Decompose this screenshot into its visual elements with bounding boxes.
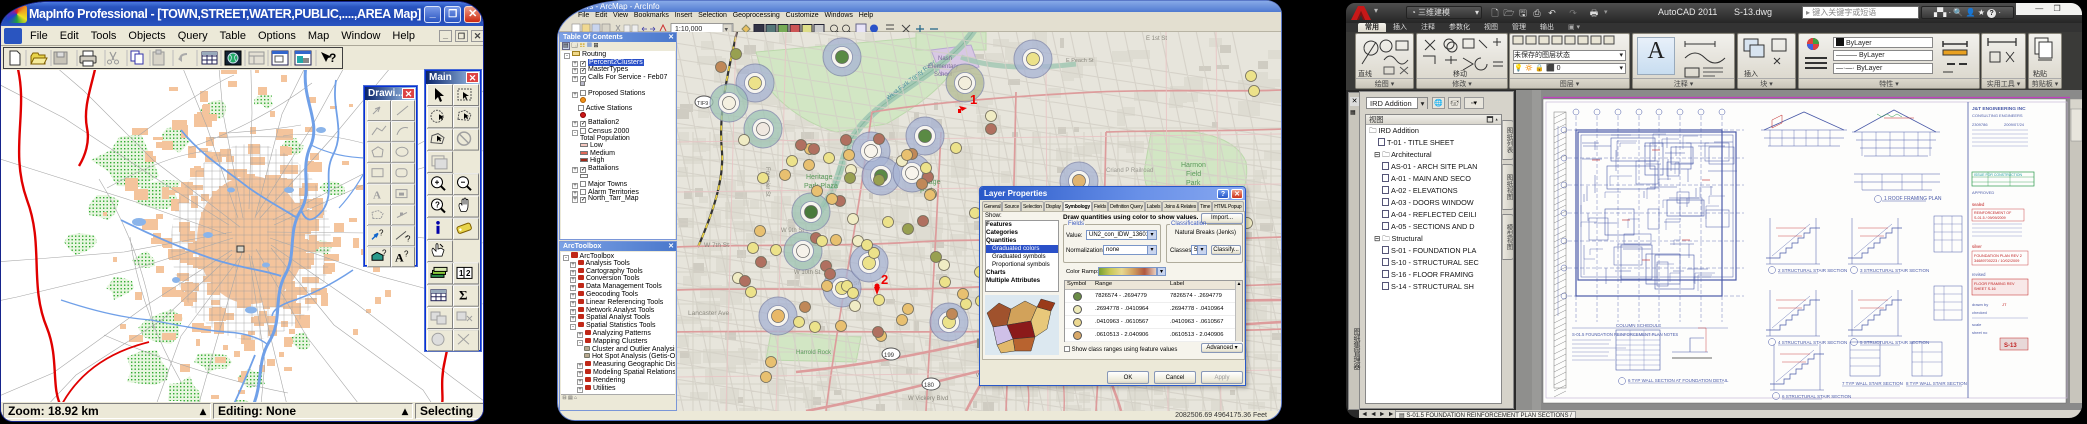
svg-text:Heritage: Heritage	[806, 174, 833, 181]
svg-text:sheet no: sheet no	[1972, 330, 1988, 335]
svg-text:?: ?	[329, 51, 336, 65]
svg-text:?: ?	[435, 201, 440, 210]
svg-text:E 1st St: E 1st St	[1146, 36, 1167, 42]
svg-text:Criand P Railroad: Criand P Railroad	[1106, 168, 1153, 174]
svg-text:Harmon: Harmon	[1181, 162, 1206, 169]
svg-text:34689700223 / 10/02/2009: 34689700223 / 10/02/2009	[1974, 259, 2019, 263]
svg-text:直线: 直线	[1358, 69, 1372, 78]
svg-text:W 10th St: W 10th St	[794, 270, 821, 276]
svg-text:W Vickery Blvd: W Vickery Blvd	[908, 396, 948, 402]
svg-text:2 STRUCTURAL STAIR SECTION: 2 STRUCTURAL STAIR SECTION	[1778, 268, 1847, 273]
svg-text:Harrold Rock: Harrold Rock	[796, 350, 832, 356]
svg-text:1: 1	[970, 92, 977, 107]
svg-text:TIF9: TIF9	[697, 101, 708, 107]
svg-text:silver: silver	[1972, 244, 1982, 249]
svg-text:Σ: Σ	[459, 288, 468, 303]
svg-text:移动: 移动	[1453, 69, 1467, 78]
svg-text:A: A	[373, 190, 381, 202]
svg-text:checked: checked	[1972, 310, 1987, 315]
svg-text:?: ?	[382, 248, 387, 257]
svg-text:W 7th St: W 7th St	[704, 242, 729, 249]
svg-text:8 TYP WALL STAIR SECTION: 8 TYP WALL STAIR SECTION	[1906, 381, 1967, 386]
svg-text:drawn by: drawn by	[1972, 302, 1988, 307]
svg-text:6 TYP WALL SECTION AT FOUNDATI: 6 TYP WALL SECTION AT FOUNDATION DETAIL	[1628, 378, 1729, 383]
svg-text:APPROVED: APPROVED	[1972, 190, 1994, 195]
svg-text:FLOOR FRAMING REV: FLOOR FRAMING REV	[1974, 282, 2015, 286]
svg-text:REINFORCEMENT OF: REINFORCEMENT OF	[1974, 211, 2012, 215]
svg-text:SHEET S-16: SHEET S-16	[1974, 287, 1996, 291]
svg-text:JT: JT	[2002, 302, 2007, 307]
svg-text:FOUNDATION PLAN REV 2: FOUNDATION PLAN REV 2	[1974, 254, 2022, 258]
svg-text:6 STRUCTURAL STAIR SECTION: 6 STRUCTURAL STAIR SECTION	[1782, 394, 1851, 399]
svg-text:180: 180	[924, 383, 935, 389]
svg-text:scale: scale	[1972, 322, 1982, 327]
svg-text:3 STRUCTURAL STAIR SECTION: 3 STRUCTURAL STAIR SECTION	[1860, 268, 1929, 273]
svg-text:?: ?	[406, 234, 411, 243]
svg-text:2009/07/24: 2009/07/24	[2004, 122, 2025, 127]
svg-text:A: A	[395, 250, 404, 264]
svg-text:199: 199	[884, 353, 895, 359]
svg-text:ISSUE FOR CONSTRUCTION: ISSUE FOR CONSTRUCTION	[1974, 173, 2023, 177]
svg-text:sealed: sealed	[1972, 202, 1985, 207]
svg-text:revised: revised	[1972, 272, 1986, 277]
svg-text:?: ?	[379, 228, 384, 237]
svg-text:Nash: Nash	[938, 56, 952, 62]
svg-text:2: 2	[881, 272, 888, 287]
svg-text:CONSULTING ENGINEERS: CONSULTING ENGINEERS	[1972, 113, 2023, 118]
svg-text:7 TYP WALL STAIR SECTION: 7 TYP WALL STAIR SECTION	[1842, 381, 1903, 386]
svg-text:S-01.5 FOUNDATION REINFORCEMEN: S-01.5 FOUNDATION REINFORCEMENT PLAN NOT…	[1572, 332, 1678, 337]
svg-text:S-01.5 / 09/09/2009: S-01.5 / 09/09/2009	[1974, 216, 2006, 220]
svg-text:2309786: 2309786	[1972, 122, 1988, 127]
svg-text:Field: Field	[1186, 171, 1201, 178]
svg-text:5 STRUCTURAL STAIR SECTION: 5 STRUCTURAL STAIR SECTION	[1860, 340, 1929, 345]
svg-text:1: 1	[459, 269, 464, 278]
svg-text:4 STRUCTURAL STAIR SECTION: 4 STRUCTURAL STAIR SECTION	[1778, 340, 1847, 345]
svg-text:2: 2	[466, 269, 471, 278]
svg-text:S-13: S-13	[2004, 343, 2017, 349]
svg-text:COLUMN SCHEDULE: COLUMN SCHEDULE	[1616, 323, 1661, 328]
svg-text:Lancaster Ave: Lancaster Ave	[688, 310, 729, 317]
svg-text:粘贴: 粘贴	[2033, 69, 2047, 78]
svg-text:插入: 插入	[1744, 69, 1758, 78]
svg-text:J&T ENGINEERING INC: J&T ENGINEERING INC	[1972, 106, 2026, 112]
svg-text:?: ?	[404, 249, 409, 258]
svg-text:E Peach St: E Peach St	[1066, 58, 1094, 64]
